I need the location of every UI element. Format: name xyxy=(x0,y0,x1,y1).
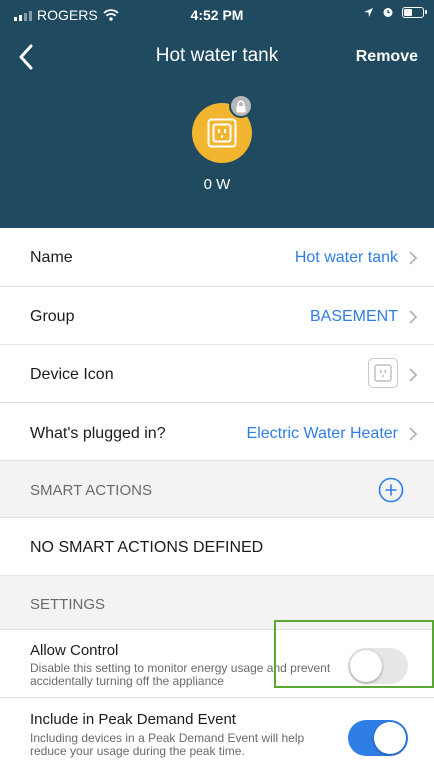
lock-badge xyxy=(229,94,253,118)
chevron-right-icon xyxy=(409,427,418,441)
name-row[interactable]: Name Hot water tank xyxy=(0,229,434,287)
status-bar: ROGERS 4:52 PM xyxy=(0,0,434,28)
outlet-icon xyxy=(207,118,237,148)
alarm-icon xyxy=(383,8,393,17)
peak-demand-description: Including devices in a Peak Demand Event… xyxy=(30,731,305,758)
location-arrow-icon xyxy=(364,7,373,17)
chevron-right-icon xyxy=(409,251,418,265)
settings-header: SETTINGS xyxy=(0,576,434,630)
battery-icon xyxy=(402,6,427,18)
smart-actions-title: SMART ACTIONS xyxy=(30,482,152,499)
group-row[interactable]: Group BASEMENT xyxy=(0,287,434,345)
smart-actions-empty-text: NO SMART ACTIONS DEFINED xyxy=(30,539,264,556)
power-reading: 0 W xyxy=(203,176,231,193)
allow-control-description: Disable this setting to monitor energy u… xyxy=(30,661,331,688)
peak-demand-row: Include in Peak Demand Event Including d… xyxy=(0,698,434,771)
group-value: BASEMENT xyxy=(309,308,398,325)
allow-control-row: Allow Control Disable this setting to mo… xyxy=(0,630,434,698)
lock-icon xyxy=(236,99,246,112)
device-icon-row[interactable]: Device Icon xyxy=(0,345,434,403)
smart-actions-header: SMART ACTIONS xyxy=(0,461,434,518)
name-label: Name xyxy=(30,249,73,266)
outlet-icon xyxy=(368,358,398,388)
peak-demand-title: Include in Peak Demand Event xyxy=(30,711,236,728)
chevron-right-icon xyxy=(409,310,418,324)
settings-title: SETTINGS xyxy=(30,596,106,613)
name-value: Hot water tank xyxy=(294,249,398,266)
header: ROGERS 4:52 PM Hot water tank Remove 0 W xyxy=(0,0,434,228)
allow-control-title: Allow Control xyxy=(30,642,119,659)
plugged-in-row[interactable]: What's plugged in? Electric Water Heater xyxy=(0,403,434,461)
device-icon-label: Device Icon xyxy=(30,366,114,383)
smart-actions-empty-row: NO SMART ACTIONS DEFINED xyxy=(0,518,434,576)
add-circle-icon[interactable] xyxy=(378,477,404,503)
plugged-in-label: What's plugged in? xyxy=(30,425,166,442)
plugged-in-value: Electric Water Heater xyxy=(246,425,398,442)
peak-demand-toggle[interactable] xyxy=(348,720,408,756)
remove-button[interactable]: Remove xyxy=(356,48,418,66)
chevron-right-icon xyxy=(409,368,418,382)
group-label: Group xyxy=(30,308,75,325)
status-right xyxy=(363,6,427,18)
allow-control-toggle[interactable] xyxy=(348,648,408,684)
